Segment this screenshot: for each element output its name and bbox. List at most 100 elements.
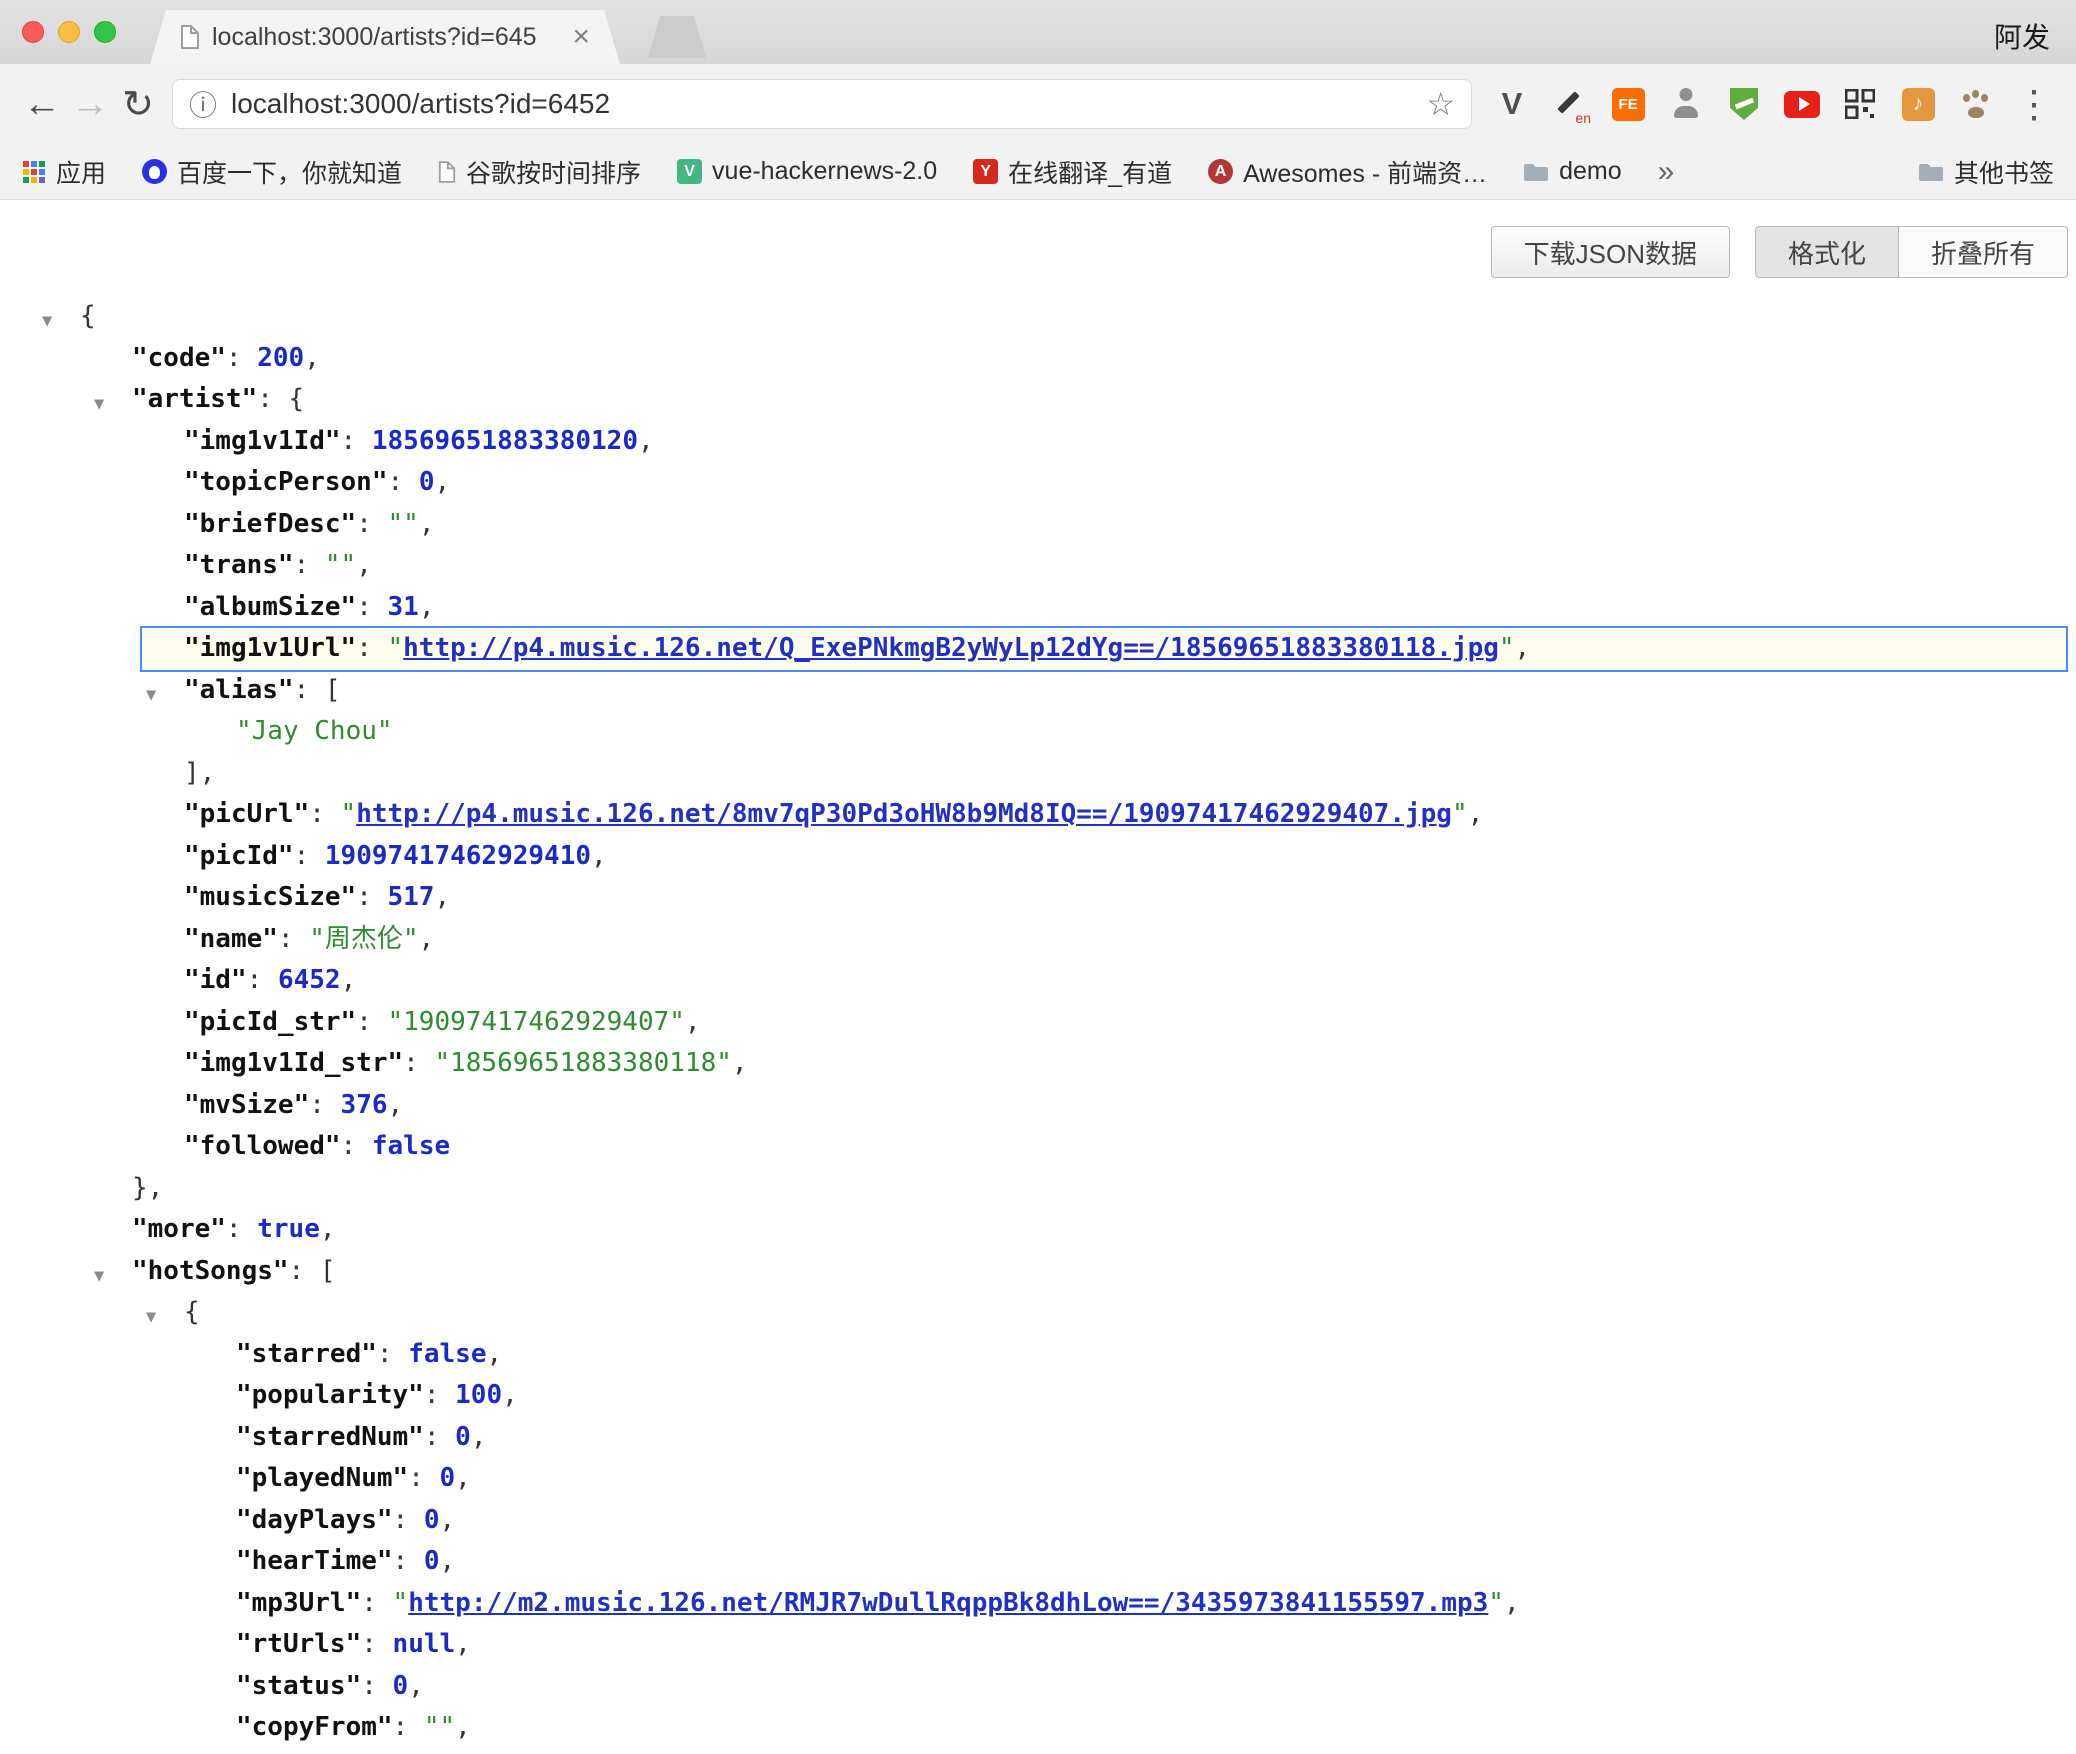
adguard-shield-icon[interactable] [1730, 88, 1758, 120]
json-line[interactable]: ▼"artist": { [0, 379, 2076, 421]
format-button[interactable]: 格式化 [1755, 226, 1899, 278]
qrcode-extension-icon[interactable] [1842, 86, 1878, 122]
json-link[interactable]: http://p4.music.126.net/8mv7qP30Pd3oHW8b… [356, 799, 1452, 829]
json-token: , [304, 343, 320, 373]
bookmark-label: demo [1559, 157, 1622, 186]
json-token: , [471, 1422, 487, 1452]
json-link[interactable]: http://p4.music.126.net/Q_ExePNkmgB2yWyL… [403, 633, 1499, 663]
json-line[interactable]: "followed": false [0, 1126, 2076, 1168]
close-window-button[interactable] [22, 21, 44, 43]
collapse-arrow-icon[interactable]: ▼ [94, 1256, 104, 1298]
json-line[interactable]: "mp3Url": "http://m2.music.126.net/RMJR7… [0, 1583, 2076, 1625]
json-line[interactable]: ▼"hotSongs": [ [0, 1251, 2076, 1293]
json-line[interactable]: ▼{ [0, 1292, 2076, 1334]
download-json-button[interactable]: 下载JSON数据 [1491, 226, 1730, 278]
json-link[interactable]: http://m2.music.126.net/RMJR7wDullRqppBk… [408, 1588, 1488, 1618]
browser-menu-icon[interactable]: ⋮ [2016, 86, 2052, 122]
collapse-arrow-icon[interactable]: ▼ [146, 675, 156, 717]
bookmark-baidu[interactable]: 百度一下，你就知道 [142, 154, 402, 190]
json-line[interactable]: "id": 6452, [0, 960, 2076, 1002]
bookmark-vue-hackernews[interactable]: V vue-hackernews-2.0 [677, 157, 937, 186]
json-line[interactable]: "picUrl": "http://p4.music.126.net/8mv7q… [0, 794, 2076, 836]
bookmark-youdao[interactable]: Y 在线翻译_有道 [973, 154, 1172, 190]
json-line[interactable]: "Jay Chou" [0, 711, 2076, 753]
json-token: " [1488, 1588, 1504, 1618]
json-line[interactable]: "trans": "", [0, 545, 2076, 587]
json-line[interactable]: "img1v1Id": 18569651883380120, [0, 421, 2076, 463]
tab-close-icon[interactable]: × [572, 22, 590, 52]
collapse-arrow-icon[interactable]: ▼ [146, 1297, 156, 1339]
bookmark-demo[interactable]: demo [1523, 157, 1622, 186]
json-token: "more" [132, 1214, 226, 1244]
collapse-arrow-icon[interactable]: ▼ [94, 384, 104, 426]
bookmarks-overflow-icon[interactable]: » [1658, 155, 1675, 189]
person-extension-icon[interactable] [1668, 86, 1704, 122]
paw-extension-icon[interactable] [1958, 86, 1994, 122]
json-token: 0 [455, 1422, 471, 1452]
json-line[interactable]: ▼"alias": [ [0, 670, 2076, 712]
fe-extension-icon[interactable]: FE [1612, 88, 1645, 121]
json-line[interactable]: "status": 0, [0, 1666, 2076, 1708]
collapse-all-button[interactable]: 折叠所有 [1899, 226, 2068, 278]
json-line[interactable]: "starred": false, [0, 1334, 2076, 1376]
json-token: : [393, 1546, 424, 1576]
reload-button[interactable]: ↻ [114, 82, 162, 127]
json-line[interactable]: "rtUrls": null, [0, 1624, 2076, 1666]
page-icon [438, 161, 456, 183]
json-line[interactable]: "albumSize": 31, [0, 587, 2076, 629]
baidu-icon [142, 159, 167, 184]
bookmark-apps[interactable]: 应用 [22, 154, 106, 190]
json-line[interactable]: "code": 200, [0, 338, 2076, 380]
json-token: : [294, 841, 325, 871]
json-line[interactable]: "dayPlays": 0, [0, 1500, 2076, 1542]
json-line[interactable]: "picId": 19097417462929410, [0, 836, 2076, 878]
json-line[interactable]: }, [0, 1168, 2076, 1210]
json-token: " [393, 1588, 409, 1618]
json-token: , [455, 1712, 471, 1742]
json-token: : { [257, 384, 304, 414]
new-tab-button[interactable] [648, 16, 706, 58]
bookmark-star-icon[interactable]: ☆ [1426, 85, 1455, 123]
back-button[interactable]: ← [18, 83, 66, 126]
youtube-extension-icon[interactable] [1784, 91, 1820, 118]
json-line[interactable]: "briefDesc": "", [0, 504, 2076, 546]
forward-button[interactable]: → [66, 83, 114, 126]
json-token: , [419, 509, 435, 539]
profile-name[interactable]: 阿发 [1994, 16, 2050, 56]
json-token: , [440, 1505, 456, 1535]
json-token: "Jay Chou" [236, 716, 393, 746]
json-line[interactable]: "mvSize": 376, [0, 1085, 2076, 1127]
json-line[interactable]: "img1v1Url": "http://p4.music.126.net/Q_… [140, 626, 2068, 672]
browser-tab[interactable]: localhost:3000/artists?id=645 × [150, 10, 620, 64]
json-token: , [419, 924, 435, 954]
json-line[interactable]: "img1v1Id_str": "18569651883380118", [0, 1043, 2076, 1085]
json-line[interactable]: "more": true, [0, 1209, 2076, 1251]
json-line[interactable]: "copyFrom": "", [0, 1707, 2076, 1749]
json-token: " [1452, 799, 1468, 829]
other-bookmarks[interactable]: 其他书签 [1918, 154, 2054, 190]
json-line[interactable]: ], [0, 753, 2076, 795]
json-line[interactable]: "playedNum": 0, [0, 1458, 2076, 1500]
translate-extension-icon[interactable]: en [1552, 86, 1588, 122]
bookmark-awesomes[interactable]: A Awesomes - 前端资… [1208, 154, 1487, 190]
json-line[interactable]: "popularity": 100, [0, 1375, 2076, 1417]
omnibox[interactable]: ⓘ ☆ [172, 79, 1472, 129]
collapse-arrow-icon[interactable]: ▼ [42, 301, 52, 343]
json-line[interactable]: "picId_str": "19097417462929407", [0, 1002, 2076, 1044]
vimium-extension-icon[interactable]: V [1494, 86, 1530, 122]
json-line[interactable]: "hearTime": 0, [0, 1541, 2076, 1583]
json-line[interactable]: "topicPerson": 0, [0, 462, 2076, 504]
json-line[interactable]: "musicSize": 517, [0, 877, 2076, 919]
zoom-window-button[interactable] [94, 21, 116, 43]
minimize-window-button[interactable] [58, 21, 80, 43]
bookmark-google-sort[interactable]: 谷歌按时间排序 [438, 154, 641, 190]
player-extension-icon[interactable]: ♪ [1902, 88, 1935, 121]
json-token: "topicPerson" [184, 467, 388, 497]
url-input[interactable] [231, 88, 1416, 120]
toolbar: ← → ↻ ⓘ ☆ V en FE [0, 64, 2076, 144]
json-line[interactable]: "name": "周杰伦", [0, 919, 2076, 961]
json-token: : [424, 1422, 455, 1452]
site-info-icon[interactable]: ⓘ [189, 84, 217, 124]
json-line[interactable]: ▼{ [0, 296, 2076, 338]
json-line[interactable]: "starredNum": 0, [0, 1417, 2076, 1459]
